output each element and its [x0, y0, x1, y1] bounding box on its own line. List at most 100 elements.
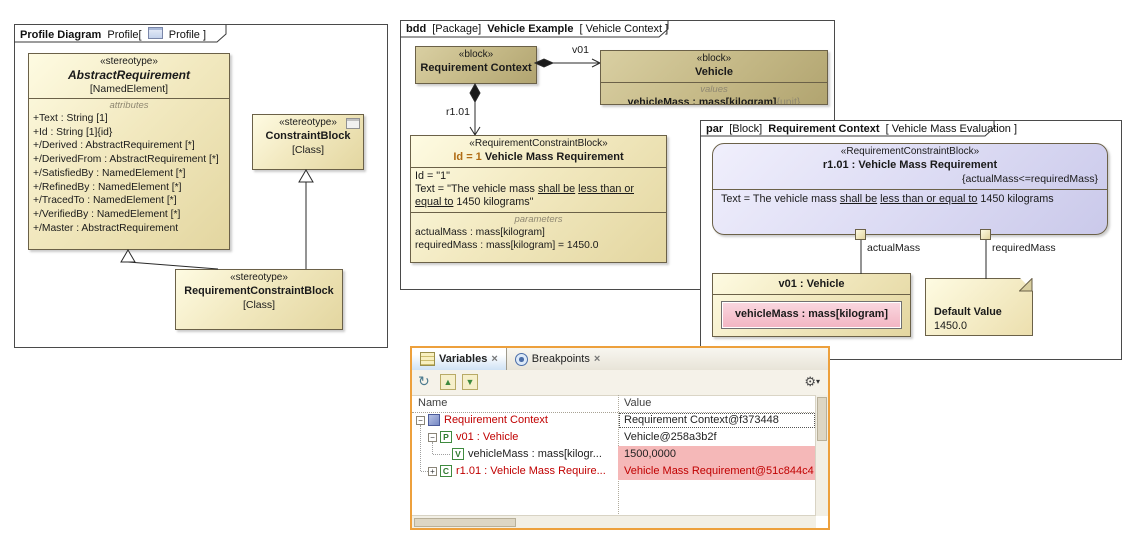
- constraint-block-stereotype-box[interactable]: «stereotype» ConstraintBlock [Class]: [252, 114, 364, 170]
- actualmass-port[interactable]: [855, 229, 866, 240]
- stereotype-label: «stereotype»: [176, 270, 342, 284]
- horizontal-scrollbar[interactable]: [412, 515, 816, 528]
- scrollbar-thumb[interactable]: [414, 518, 516, 527]
- attribute-line: +/VerifiedBy : NamedElement [*]: [33, 208, 227, 222]
- vehicle-mass-value-line: vehicleMass : mass[kilogram]{unit}: [601, 95, 827, 105]
- default-value-note[interactable]: Default Value 1450.0: [925, 278, 1033, 336]
- vehicle-mass-requirement-block[interactable]: «RequirementConstraintBlock» Id = 1 Vehi…: [410, 135, 667, 263]
- tab-variables[interactable]: Variables ×: [412, 348, 507, 370]
- column-header-value[interactable]: Value: [624, 397, 651, 409]
- row-value-violation: Vehicle Mass Requirement@51c844c4: [618, 463, 816, 480]
- block-name: Requirement Context: [416, 61, 536, 76]
- vehicle-block[interactable]: «block» Vehicle values vehicleMass : mas…: [600, 50, 828, 105]
- stereotype-name: AbstractRequirement: [29, 68, 229, 83]
- diagram-kind-label: par: [706, 123, 723, 135]
- parameter-line: actualMass : mass[kilogram]: [415, 226, 664, 240]
- value-property: vehicleMass : mass[kilogram]: [628, 96, 777, 105]
- parameters-compartment-label: parameters: [411, 213, 666, 225]
- table-row-v01-vehicle[interactable]: − P v01 : Vehicle Vehicle@258a3b2f: [412, 429, 816, 446]
- property-label: vehicleMass : mass[kilogram]: [735, 308, 888, 320]
- part-property-icon: P: [440, 431, 452, 443]
- vehicle-mass-property-highlighted[interactable]: vehicleMass : mass[kilogram]: [721, 301, 902, 329]
- export-value-icon[interactable]: ▲: [440, 374, 456, 390]
- row-name: Requirement Context: [444, 414, 616, 426]
- tab-breakpoints[interactable]: Breakpoints ×: [507, 348, 609, 370]
- requirement-context-block[interactable]: «block» Requirement Context: [415, 46, 537, 84]
- instance-icon: [428, 414, 440, 426]
- table-header-row: Name Value: [412, 395, 816, 413]
- diagram-name-label: Profile ]: [169, 29, 206, 41]
- values-compartment-label: values: [601, 83, 827, 95]
- diagram-context-label: Profile[: [107, 29, 141, 41]
- diagram-kind-label: bdd: [406, 23, 426, 35]
- metaclass-label: [Class]: [176, 299, 342, 312]
- view-menu-button[interactable]: ⚙▾: [804, 374, 820, 390]
- note-fold-corner-icon: [1019, 278, 1033, 292]
- collapse-expander[interactable]: −: [428, 433, 437, 442]
- diagram-metatype-label: [Block]: [729, 123, 762, 135]
- stereotype-name: RequirementConstraintBlock: [176, 284, 342, 299]
- profile-diagram-icon: [148, 27, 163, 39]
- tab-variables-label: Variables: [439, 353, 487, 365]
- attribute-line: +/Master : AbstractRequirement: [33, 222, 227, 236]
- expand-expander[interactable]: +: [428, 467, 437, 476]
- collapse-all-icon[interactable]: ▼: [462, 374, 478, 390]
- abstract-requirement-stereotype-box[interactable]: «stereotype» AbstractRequirement [NamedE…: [28, 53, 230, 250]
- association-label-v01[interactable]: v01: [572, 44, 589, 56]
- metaclass-label: [NamedElement]: [29, 83, 229, 96]
- variables-icon: [420, 352, 435, 366]
- glossary-term: less than or equal to: [880, 193, 977, 205]
- requiredmass-port[interactable]: [980, 229, 991, 240]
- table-row-r101-requirement[interactable]: + C r1.01 : Vehicle Mass Require... Vehi…: [412, 463, 816, 480]
- parameters-list: actualMass : mass[kilogram] requiredMass…: [411, 225, 666, 253]
- tab-breakpoints-label: Breakpoints: [532, 353, 590, 365]
- table-row-requirement-context[interactable]: − Requirement Context Requirement Contex…: [412, 412, 816, 429]
- attribute-line: +/DerivedFrom : AbstractRequirement [*]: [33, 153, 227, 167]
- constraint-expression: {actualMass<=requiredMass}: [713, 173, 1107, 187]
- stereotype-label: «stereotype»: [29, 54, 229, 68]
- close-icon[interactable]: ×: [594, 353, 600, 365]
- column-header-name[interactable]: Name: [418, 397, 447, 409]
- requirement-text-line: Text = "The vehicle mass shall be less t…: [415, 183, 662, 209]
- text-segment: 1450 kilograms: [980, 193, 1053, 205]
- part-name: v01 : Vehicle: [713, 274, 910, 292]
- attribute-line: +/Derived : AbstractRequirement [*]: [33, 139, 227, 153]
- diagram-owner-label: Vehicle Example: [487, 23, 573, 35]
- diagram-metatype-label: [Package]: [432, 23, 481, 35]
- vehicle-part-shape[interactable]: v01 : Vehicle vehicleMass : mass[kilogra…: [712, 273, 911, 337]
- attribute-line: +Text : String [1]: [33, 112, 227, 126]
- attributes-list: +Text : String [1] +Id : String [1]{id} …: [29, 111, 229, 235]
- class-icon: [346, 118, 360, 129]
- constraint-property-shape[interactable]: «RequirementConstraintBlock» r1.01 : Veh…: [712, 143, 1108, 235]
- binding-label-requiredmass[interactable]: requiredMass: [992, 242, 1056, 254]
- row-value: Vehicle@258a3b2f: [618, 429, 816, 446]
- table-row-vehiclemass[interactable]: V vehicleMass : mass[kilogr... 1500,0000: [412, 446, 816, 463]
- requirement-name: Vehicle Mass Requirement: [485, 151, 624, 163]
- row-value: Requirement Context@f373448: [618, 412, 816, 429]
- close-icon[interactable]: ×: [491, 353, 497, 365]
- dropdown-arrow-icon: ▾: [816, 377, 820, 386]
- variables-view-panel: Variables × Breakpoints × ↻ ▲ ▼ ⚙▾ Name …: [410, 346, 830, 530]
- breakpoints-icon: [515, 353, 528, 366]
- canvas: Profile Diagram Profile[ Profile ] «ster…: [0, 0, 1125, 545]
- constraint-name: r1.01 : Vehicle Mass Requirement: [713, 158, 1107, 173]
- collapse-expander[interactable]: −: [416, 416, 425, 425]
- row-name: v01 : Vehicle: [456, 431, 616, 443]
- diagram-name-label: [ Vehicle Mass Evaluation ]: [886, 123, 1017, 135]
- profile-diagram-tab[interactable]: Profile Diagram Profile[ Profile ]: [15, 25, 214, 43]
- association-label-r101[interactable]: r1.01: [446, 106, 470, 118]
- requirement-constraint-block-stereotype-box[interactable]: «stereotype» RequirementConstraintBlock …: [175, 269, 343, 330]
- requirement-text-line: Text = The vehicle mass shall be less th…: [713, 190, 1107, 207]
- refresh-icon[interactable]: ↻: [418, 373, 430, 390]
- row-name: vehicleMass : mass[kilogr...: [468, 448, 616, 460]
- block-name: Id = 1 Vehicle Mass Requirement: [411, 150, 666, 165]
- bdd-diagram-tab[interactable]: bdd [Package] Vehicle Example [ Vehicle …: [401, 21, 676, 37]
- par-diagram-tab[interactable]: par [Block] Requirement Context [ Vehicl…: [701, 121, 1025, 137]
- vertical-scrollbar[interactable]: [815, 395, 828, 516]
- diagram-name-label: [ Vehicle Context ]: [580, 23, 669, 35]
- binding-label-actualmass[interactable]: actualMass: [867, 242, 920, 254]
- variables-toolbar: ↻ ▲ ▼ ⚙▾: [412, 370, 828, 396]
- note-title: Default Value: [934, 305, 1032, 319]
- attributes-compartment-label: attributes: [29, 99, 229, 111]
- scrollbar-thumb[interactable]: [817, 397, 827, 441]
